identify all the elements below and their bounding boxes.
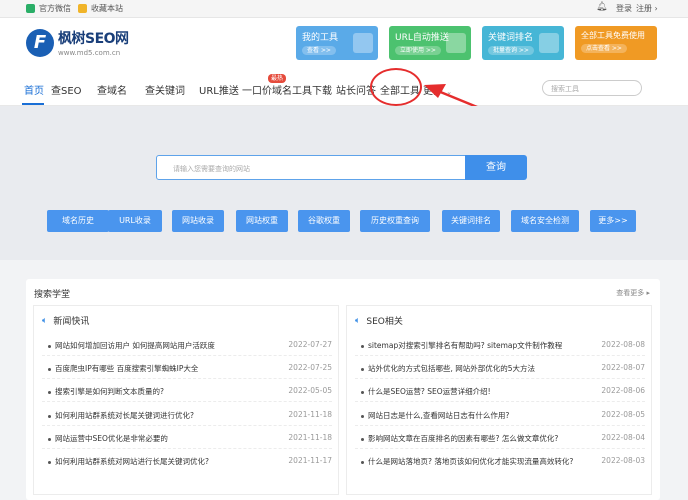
quick-url-index[interactable]: URL收录 [108, 210, 162, 232]
speaker-icon: 🔈︎ [42, 315, 48, 326]
quick-site-weight[interactable]: 网站权重 [236, 210, 288, 232]
list-item[interactable]: 影响网站文章在百度排名的因素有哪些? 怎么做文章优化? 2022-08-04 [361, 433, 645, 444]
nav-url-push[interactable]: URL推送 [199, 82, 239, 97]
news-column: 🔈︎ 新闻快讯 网站如何增加回访用户 如何提高网站用户活跃度 2022-07-27 … [33, 305, 339, 495]
quick-history-weight[interactable]: 历史权重查询 [360, 210, 430, 232]
top-bar: 官方微信 收藏本站 🔔︎ 登录 注册 › [0, 0, 688, 18]
view-more-link[interactable]: 查看更多 ▸ [616, 288, 650, 298]
banner-free-tools[interactable]: 全部工具免费使用 点击查看 >> [575, 26, 657, 60]
wechat-icon [26, 4, 35, 13]
list-item[interactable]: 网站运营中SEO优化是非常必要的 2021-11-18 [48, 433, 332, 444]
list-item[interactable]: 站外优化的方式包括哪些, 网站外部优化的5大方法 2022-08-07 [361, 363, 645, 374]
speaker-icon: 🔈︎ [355, 315, 361, 326]
quick-site-index[interactable]: 网站收录 [172, 210, 224, 232]
nav-domain[interactable]: 查域名 [97, 82, 127, 97]
seo-school-panel: 搜索学堂 查看更多 ▸ 🔈︎ 新闻快讯 网站如何增加回访用户 如何提高网站用户活跃… [26, 279, 660, 500]
quick-google-weight[interactable]: 谷歌权重 [298, 210, 350, 232]
bar-chart-icon [539, 33, 559, 53]
nav-home[interactable]: 首页 [24, 82, 44, 97]
banner-my-tools[interactable]: 我的工具 查看 >> [296, 26, 378, 60]
quick-more[interactable]: 更多>> [590, 210, 636, 232]
panel-title: 搜索学堂 [34, 290, 71, 300]
quick-domain-security[interactable]: 域名安全检测 [511, 210, 579, 232]
search-button[interactable]: 查询 [465, 155, 527, 180]
quick-domain-history[interactable]: 域名历史 [47, 210, 109, 232]
list-item[interactable]: 搜索引擎是如何判断文本质量的? 2022-05-05 [48, 386, 332, 397]
nav-keyword[interactable]: 查关键词 [145, 82, 185, 97]
nav-seo[interactable]: 查SEO [51, 82, 82, 97]
nav-fixed-price-domain[interactable]: 一口价域名 [242, 82, 292, 97]
column-header: 🔈︎ 新闻快讯 [42, 315, 90, 328]
list-item[interactable]: 什么是网站落地页? 落地页该如何优化才能实现流量高效转化? 2022-08-03 [361, 456, 645, 467]
hot-badge: 最热 [268, 74, 287, 83]
nav-tool-download[interactable]: 工具下载 [292, 82, 332, 97]
banner-url-push[interactable]: URL自动推送 立即使用 >> [389, 26, 471, 60]
arrow-right-icon: ▸ [646, 289, 650, 297]
login-link[interactable]: 登录 [616, 3, 632, 14]
logo-icon: F [26, 28, 54, 57]
site-logo[interactable]: F 枫树SEO网 www.md5.com.cn [26, 28, 129, 57]
wechat-link[interactable]: 官方微信 [26, 3, 71, 14]
quick-keyword-rank[interactable]: 关键词排名 [442, 210, 500, 232]
main-nav: 首页 查SEO 查域名 查关键词 URL推送 一口价域名 最热 工具下载 站长问… [0, 70, 688, 106]
list-item[interactable]: 百度爬虫IP有哪些 百度搜索引擎蜘蛛IP大全 2022-07-25 [48, 363, 332, 374]
register-link[interactable]: 注册 › [636, 3, 658, 14]
highlight-circle [370, 68, 422, 106]
toolbox-icon [353, 33, 373, 53]
active-underline [22, 103, 44, 105]
star-icon [78, 4, 87, 13]
list-item[interactable]: 什么是SEO运营? SEO运营详细介绍! 2022-08-06 [361, 386, 645, 397]
bookmark-link[interactable]: 收藏本站 [78, 3, 123, 14]
tool-search-input[interactable]: 搜索工具 [542, 80, 642, 96]
list-item[interactable]: sitemap对搜索引擎排名有帮助吗? sitemap文件制作教程 2022-08… [361, 340, 645, 351]
list-item[interactable]: 如何利用站群系统对长尾关键词进行优化? 2021-11-18 [48, 410, 332, 421]
banner-keyword-rank[interactable]: 关键词排名 批量查询 >> [482, 26, 564, 60]
header: F 枫树SEO网 www.md5.com.cn 我的工具 查看 >> URL自动推… [0, 18, 688, 70]
column-header: 🔈︎ SEO相关 [355, 315, 403, 328]
url-icon [446, 33, 466, 53]
site-search-input[interactable]: 请输入您需要查询的网站 [156, 155, 466, 180]
hero-section [0, 106, 688, 260]
list-item[interactable]: 如何利用站群系统对网站进行长尾关键词优化? 2021-11-17 [48, 456, 332, 467]
list-item[interactable]: 网站如何增加回访用户 如何提高网站用户活跃度 2022-07-27 [48, 340, 332, 351]
list-item[interactable]: 网站日志是什么,查看网站日志有什么作用? 2022-08-05 [361, 410, 645, 421]
seo-column: 🔈︎ SEO相关 sitemap对搜索引擎排名有帮助吗? sitemap文件制作教… [346, 305, 652, 495]
bell-icon[interactable]: 🔔︎ [596, 2, 607, 12]
